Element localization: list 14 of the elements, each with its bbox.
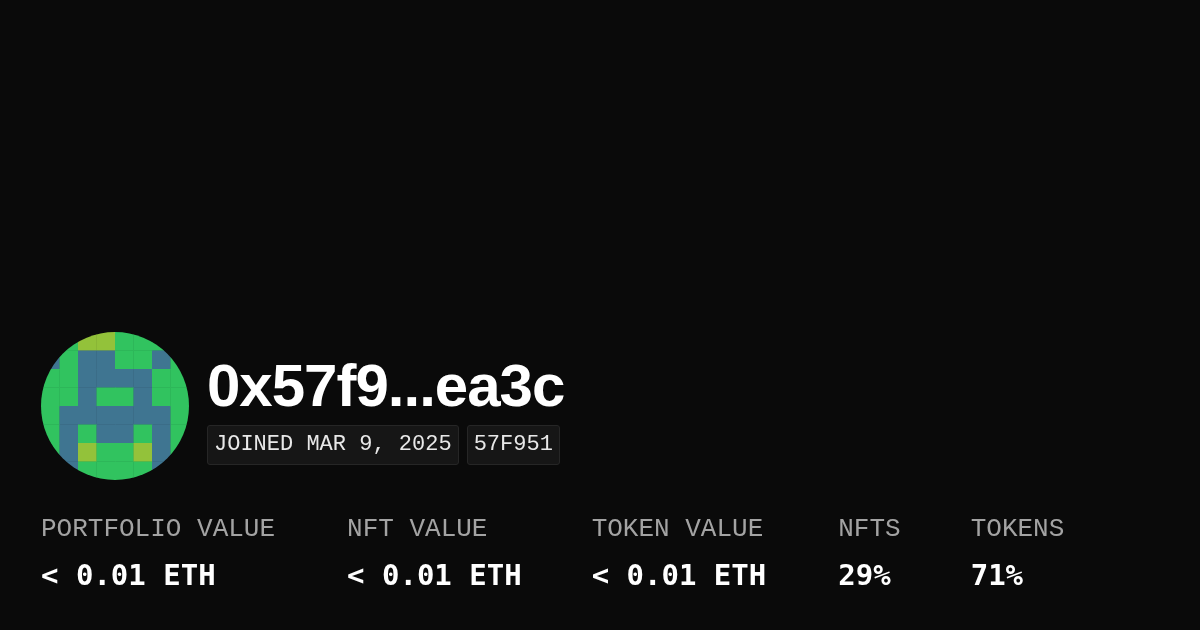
stat-label: TOKEN VALUE bbox=[591, 514, 765, 544]
stat-value: < 0.01 ETH bbox=[41, 558, 217, 592]
stat-value: 29% bbox=[838, 558, 892, 592]
stat-label: TOKENS bbox=[970, 514, 1065, 544]
stat-value: 71% bbox=[970, 558, 1025, 592]
stat-value: < 0.01 ETH bbox=[347, 558, 522, 592]
profile-tag: 57F951 bbox=[466, 425, 560, 465]
wallet-address: 0x57f9...ea3c bbox=[207, 353, 565, 419]
stat-value: < 0.01 ETH bbox=[591, 558, 767, 592]
avatar-icon bbox=[41, 332, 189, 480]
stat-label: NFT VALUE bbox=[347, 514, 489, 544]
stat-label: PORTFOLIO VALUE bbox=[41, 514, 276, 544]
profile-tag: JOINED MAR 9, 2025 bbox=[207, 425, 459, 465]
stat-label: NFTS bbox=[838, 514, 901, 544]
